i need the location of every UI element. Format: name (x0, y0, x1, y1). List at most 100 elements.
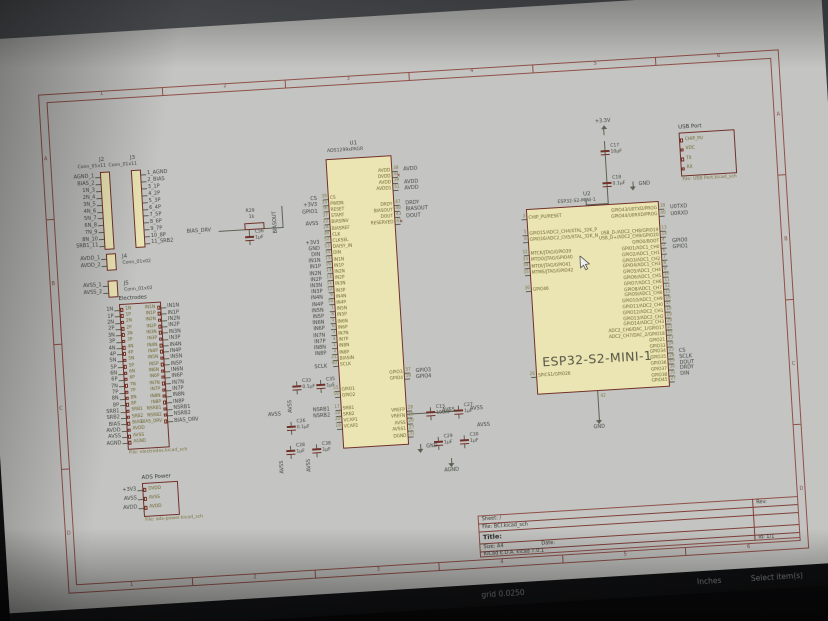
sheet-pin[interactable] (120, 314, 124, 318)
pin-number: 32 (518, 250, 527, 255)
sheet-pin[interactable] (122, 340, 126, 344)
cap-stub (464, 444, 465, 448)
pin-name: CS (330, 196, 336, 201)
net-label[interactable]: AVSS (442, 408, 455, 414)
sheet-pin[interactable] (126, 409, 130, 413)
sheet-pin[interactable] (125, 390, 129, 394)
net-label[interactable]: 8_6P (150, 219, 162, 225)
connector-ref: J2 (99, 158, 104, 164)
connector-J4[interactable] (106, 253, 117, 271)
net-label[interactable]: DOUT (406, 213, 421, 219)
kicad-schematic-canvas[interactable]: Sheet: / File: BCI.kicad_sch Title: Size… (0, 0, 828, 621)
sheet-pin[interactable] (121, 333, 125, 337)
sheet-pin[interactable] (143, 488, 147, 492)
sheet-pin[interactable] (158, 331, 162, 335)
sheet-pin[interactable] (157, 318, 161, 322)
pin-number: 26 (526, 372, 535, 377)
sheet-pin[interactable] (124, 384, 128, 388)
sheet-pin[interactable] (163, 407, 167, 411)
capacitor-value: 0.1µF (297, 426, 310, 431)
net-label[interactable]: GPIO4 (416, 375, 432, 381)
sheet-pin[interactable] (121, 327, 125, 331)
net-label[interactable]: AVSS (280, 460, 286, 473)
sheet-pin[interactable] (126, 416, 130, 420)
sheet-pin[interactable] (161, 375, 165, 379)
sheet-pin[interactable] (124, 371, 128, 375)
net-label[interactable]: 5_3P (149, 198, 161, 204)
net-label[interactable]: 9_7P (150, 226, 162, 232)
sheet-pin[interactable] (120, 308, 124, 312)
power-flag-GND[interactable]: GND (638, 181, 650, 187)
sheet-pin[interactable] (127, 428, 131, 432)
pin-number: 15 (321, 256, 330, 261)
net-label[interactable]: 3_1P (148, 185, 160, 191)
sheet-pin[interactable] (159, 350, 163, 354)
sheet-pin[interactable] (162, 401, 166, 405)
pin-number: 5 (662, 243, 665, 247)
sheet-pin[interactable] (681, 167, 685, 171)
pin-number: 6 (518, 237, 527, 242)
net-label[interactable]: AVSS (470, 406, 483, 412)
net-label[interactable]: 4_2P (148, 191, 160, 197)
sheet-pin[interactable] (126, 403, 130, 407)
net-label[interactable]: 42 (600, 394, 606, 399)
sheet-pin[interactable] (128, 441, 132, 445)
pin-number: 4 (662, 237, 665, 241)
net-label[interactable]: 7_5P (149, 212, 161, 218)
sheet-pin[interactable] (160, 363, 164, 367)
sheet-pin[interactable] (163, 413, 167, 417)
sheet-pin[interactable] (124, 378, 128, 382)
sheet-pin[interactable] (125, 397, 129, 401)
net-label[interactable]: 2_BIAS (147, 177, 164, 183)
net-label[interactable]: DIN (680, 372, 689, 378)
sheet-pin[interactable] (160, 356, 164, 360)
sheet-pin[interactable] (159, 337, 163, 341)
sheet-pin[interactable] (123, 359, 127, 363)
net-label[interactable]: IN3P (169, 336, 181, 342)
pin-number: 4 (326, 337, 335, 342)
sheet-pin[interactable] (159, 344, 163, 348)
net-label[interactable]: AVDD (404, 185, 419, 191)
net-label[interactable]: U0RXD (670, 211, 688, 217)
pin-number: 47 (395, 200, 401, 205)
sheet-pin[interactable] (158, 325, 162, 329)
sheet-pin-name: AVSS (149, 496, 160, 501)
sheet-pin[interactable] (143, 497, 147, 501)
sheet-pin[interactable] (161, 369, 165, 373)
status-grid: grid 0.0250 (481, 588, 525, 600)
sheet-pin[interactable] (162, 388, 166, 392)
sheet-pin[interactable] (122, 346, 126, 350)
sheet-pin[interactable] (161, 382, 165, 386)
sheet-pin[interactable] (120, 321, 124, 325)
sheet-pin[interactable] (681, 158, 685, 162)
net-label[interactable]: IN5N (170, 355, 182, 361)
pin-number: 40 (660, 210, 666, 215)
ground-arrow-icon (630, 186, 636, 190)
pin-number: 22 (319, 219, 328, 224)
sheet-pin[interactable] (164, 420, 168, 424)
pin-name: IN4N (336, 295, 347, 300)
net-label[interactable]: AVDD (403, 167, 418, 173)
net-label[interactable]: AVSS (268, 412, 281, 418)
sheet-pin[interactable] (157, 312, 161, 316)
net-label[interactable]: AVSS (477, 423, 490, 429)
net-label[interactable]: AVSS (288, 400, 294, 413)
sheet-pin[interactable] (122, 352, 126, 356)
cap-stub (605, 155, 606, 159)
sheet-pin[interactable] (162, 394, 166, 398)
pin-number: 27 (670, 376, 676, 381)
frame-column-number: 4 (470, 69, 473, 74)
sheet-pin[interactable] (157, 306, 161, 310)
sheet-pin[interactable] (144, 506, 148, 510)
power-flag-GND[interactable]: GND (426, 444, 438, 450)
sheet-pin[interactable] (123, 365, 127, 369)
net-label[interactable]: 6_4P (149, 205, 161, 211)
sheet-pin[interactable] (127, 422, 131, 426)
net-label[interactable]: AVSS (307, 459, 313, 472)
net-label[interactable]: GPIO1 (672, 244, 688, 250)
sheet-pin[interactable] (679, 138, 683, 142)
connector-J5[interactable] (108, 280, 119, 298)
sheet-pin[interactable] (680, 148, 684, 152)
pin-number: 24 (668, 341, 674, 346)
sheet-pin[interactable] (127, 435, 131, 439)
